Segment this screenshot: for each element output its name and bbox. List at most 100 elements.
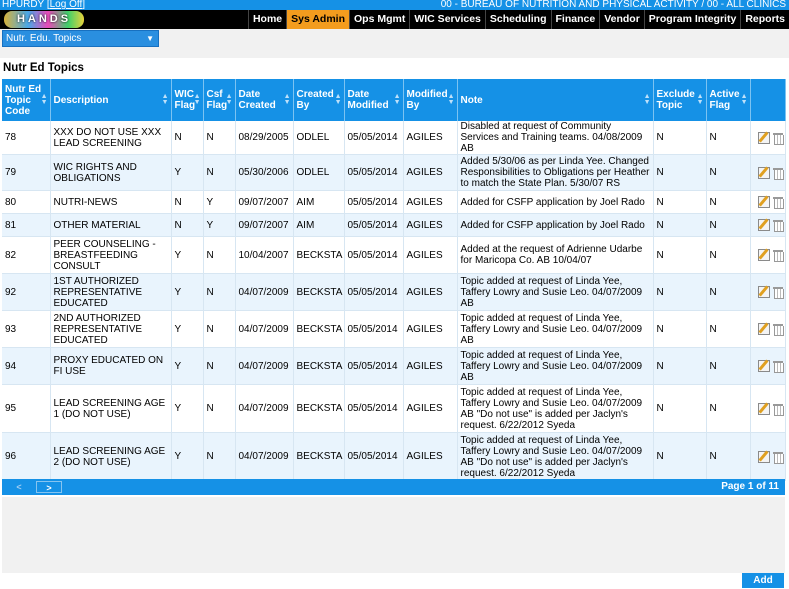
column-header[interactable]: Exclude Topic ▲ ▼ <box>653 79 707 121</box>
table-cell: OTHER MATERIAL <box>50 213 172 237</box>
column-header[interactable]: Description ▲ ▼ <box>50 79 172 121</box>
nav-item-reports[interactable]: Reports <box>740 10 789 29</box>
edit-icon[interactable] <box>757 166 770 179</box>
column-header[interactable]: WIC Flag ▲ ▼ <box>171 79 204 121</box>
trash-icon[interactable] <box>772 451 784 464</box>
edit-icon[interactable] <box>757 249 770 261</box>
trash-icon[interactable] <box>772 403 784 416</box>
table-cell: ODLEL <box>293 121 345 155</box>
table-cell: Y <box>171 347 204 385</box>
table-row[interactable]: 78 XXX DO NOT USE XXX LEAD SCREENING N N 08/… <box>2 121 786 155</box>
table-row[interactable]: 93 2ND AUTHORIZED REPRESENTATIVE EDUCATED… <box>2 310 786 348</box>
hands-logo: HANDS <box>4 11 84 28</box>
nav-item-finance[interactable]: Finance <box>550 10 600 29</box>
column-header[interactable]: Nutr Ed Topic Code ▲ ▼ <box>2 79 51 121</box>
table-cell: 04/07/2009 <box>235 384 294 433</box>
add-button[interactable]: Add <box>742 573 784 588</box>
edit-icon[interactable] <box>757 196 770 208</box>
table-cell: AGILES <box>403 213 458 237</box>
table-cell: N <box>653 273 707 311</box>
trash-icon[interactable] <box>772 286 784 299</box>
nav-item-wic-services[interactable]: WIC Services <box>409 10 485 29</box>
trash-icon[interactable] <box>772 196 784 209</box>
column-header[interactable]: Active Flag ▲ ▼ <box>706 79 751 121</box>
main-nav: Home Sys Admin Ops Mgmt WIC Services Schedul… <box>247 10 789 29</box>
topic-select-dropdown[interactable]: Nutr. Edu. Topics ▼ <box>2 30 159 47</box>
table-cell: N <box>203 236 236 274</box>
trash-icon[interactable] <box>772 219 784 232</box>
table-cell: N <box>706 273 751 311</box>
nav-item-scheduling[interactable]: Scheduling <box>484 10 551 29</box>
column-header[interactable]: Csf Flag ▲ ▼ <box>203 79 236 121</box>
table-header-row: Nutr Ed Topic Code ▲ ▼ Description ▲ ▼ WIC Fla… <box>2 79 786 121</box>
table-cell: Y <box>203 190 236 214</box>
table-row[interactable]: 82 PEER COUNSELING - BREASTFEEDING CONSUL… <box>2 236 786 274</box>
trash-icon[interactable] <box>772 132 784 145</box>
prev-page-button[interactable]: < <box>6 481 32 493</box>
edit-icon[interactable] <box>757 219 770 231</box>
edit-icon[interactable] <box>757 360 770 372</box>
table-cell: 05/05/2014 <box>344 384 404 433</box>
table-row[interactable]: 80 NUTRI-NEWS N Y 09/07/2007 AIM 05/05/2014 AGI… <box>2 190 786 214</box>
table-cell: AGILES <box>403 154 458 191</box>
sort-arrows-icon: ▲ ▼ <box>393 93 401 106</box>
trash-icon[interactable] <box>772 167 784 180</box>
nav-item-home[interactable]: Home <box>247 10 286 29</box>
table-cell: 93 <box>2 310 51 348</box>
table-cell: AGILES <box>403 384 458 433</box>
table-row[interactable]: 92 1ST AUTHORIZED REPRESENTATIVE EDUCATED… <box>2 273 786 311</box>
table-row[interactable]: 81 OTHER MATERIAL N Y 09/07/2007 AIM 05/05/201… <box>2 213 786 237</box>
table-cell: N <box>706 213 751 237</box>
edit-icon[interactable] <box>757 131 770 144</box>
nav-item-vendor[interactable]: Vendor <box>599 10 644 29</box>
nav-item-ops-mgmt[interactable]: Ops Mgmt <box>349 10 409 29</box>
nav-item-program-integrity[interactable]: Program Integrity <box>643 10 741 29</box>
top-bar: HPURDY [Log Off] 00 - BUREAU OF NUTRITIO… <box>0 0 789 10</box>
sort-arrows-icon: ▲ ▼ <box>740 93 748 106</box>
table-cell: N <box>171 190 204 214</box>
table-row[interactable]: 94 PROXY EDUCATED ON FI USE Y N 04/07/2009 BE… <box>2 347 786 385</box>
table-cell: Y <box>171 432 204 481</box>
row-actions <box>750 154 786 191</box>
table-cell: N <box>653 121 707 155</box>
nav-item-sys-admin[interactable]: Sys Admin <box>286 10 350 29</box>
column-header[interactable]: Date Modified ▲ ▼ <box>344 79 404 121</box>
table-cell: Y <box>171 310 204 348</box>
column-header[interactable]: Note ▲ ▼ <box>457 79 654 121</box>
table-row[interactable]: 96 LEAD SCREENING AGE 2 (DO NOT USE) Y N 04/… <box>2 432 786 481</box>
row-actions <box>750 190 786 214</box>
table-cell: N <box>706 154 751 191</box>
trash-icon[interactable] <box>772 323 784 336</box>
row-actions <box>750 432 786 481</box>
table-cell: N <box>653 384 707 433</box>
page-title: Nutr Ed Topics <box>3 62 84 74</box>
column-header[interactable]: Modified By ▲ ▼ <box>403 79 458 121</box>
column-header-label: Note <box>460 94 483 106</box>
table-cell: N <box>653 190 707 214</box>
table-row[interactable]: 95 LEAD SCREENING AGE 1 (DO NOT USE) Y N 04/… <box>2 384 786 433</box>
row-actions <box>750 121 786 155</box>
edit-icon[interactable] <box>757 450 770 463</box>
column-header[interactable]: Date Created ▲ ▼ <box>235 79 294 121</box>
logo-text: HANDS <box>16 13 72 25</box>
table-cell: N <box>653 432 707 481</box>
table-cell: N <box>203 154 236 191</box>
trash-icon[interactable] <box>772 249 784 262</box>
sort-arrows-icon: ▲ ▼ <box>643 93 651 106</box>
table-row[interactable]: 79 WIC RIGHTS AND OBLIGATIONS Y N 05/30/2006… <box>2 154 786 191</box>
table-cell: 04/07/2009 <box>235 273 294 311</box>
edit-icon[interactable] <box>757 323 770 335</box>
chevron-down-icon: ▼ <box>146 34 154 43</box>
column-header[interactable]: Created By ▲ ▼ <box>293 79 345 121</box>
page-info: Page 1 of 11 <box>721 481 779 492</box>
table-cell: NUTRI-NEWS <box>50 190 172 214</box>
edit-icon[interactable] <box>757 286 770 298</box>
table-cell: Topic added at request of Linda Yee, Taf… <box>457 273 654 311</box>
trash-icon[interactable] <box>772 360 784 373</box>
table-cell: Added at the request of Adrienne Udarbe … <box>457 236 654 274</box>
next-page-button[interactable]: > <box>36 481 62 493</box>
row-actions <box>750 310 786 348</box>
edit-icon[interactable] <box>757 402 770 415</box>
logoff-link[interactable]: Log Off <box>50 0 83 10</box>
table-cell: AGILES <box>403 121 458 155</box>
